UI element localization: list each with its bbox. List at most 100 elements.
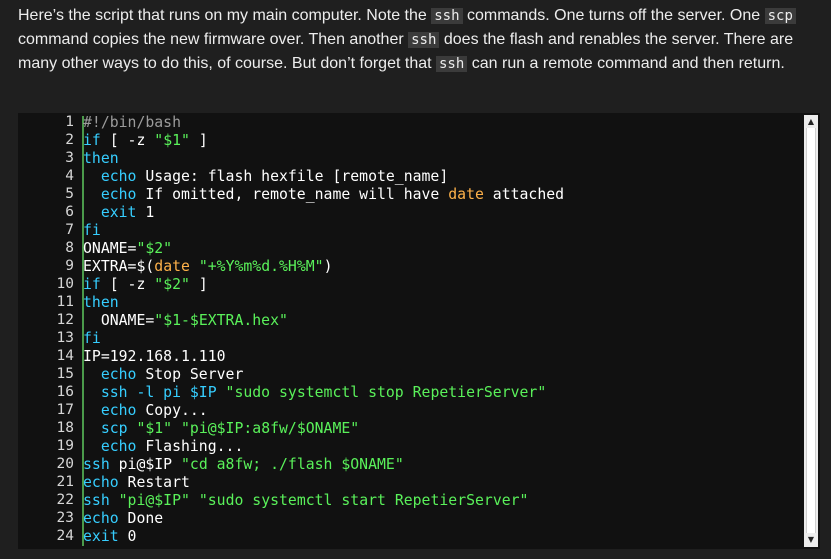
line-number: 20 <box>56 456 74 472</box>
code-token: Done <box>118 510 164 527</box>
line-number: 11 <box>56 294 74 310</box>
code-token: Restart <box>118 474 190 491</box>
line-number-gutter: 1 2 3 4 5 6 7 8 9 10 11 12 13 14 15 16 17 18 19 20 21 22 23 24 <box>18 113 74 549</box>
code-token: 1 <box>136 204 155 221</box>
line-number: 15 <box>56 366 74 382</box>
inline-code-ssh-3: ssh <box>436 56 468 72</box>
code-token: "sudo systemctl stop RepetierServer" <box>225 384 547 401</box>
line-number: 2 <box>65 132 74 148</box>
line-number: 12 <box>56 312 74 328</box>
code-token: then <box>83 150 119 167</box>
code-token: Copy... <box>136 402 208 419</box>
code-line: then <box>83 150 119 167</box>
code-line: if [ -z "$2" ] <box>83 276 208 293</box>
line-number: 17 <box>56 402 74 418</box>
code-token: [ -z <box>100 276 155 293</box>
code-token: "pi@$IP" <box>118 492 190 509</box>
code-token: "sudo systemctl start RepetierServer" <box>198 492 529 509</box>
code-token: ] <box>189 276 208 293</box>
code-token: ONAME= <box>83 240 137 257</box>
code-token: Usage: flash hexfile [remote_name] <box>136 168 449 185</box>
scroll-down-icon[interactable]: ▼ <box>804 534 818 546</box>
code-token: "cd a8fw; ./flash $ONAME" <box>181 456 404 473</box>
inline-code-ssh: ssh <box>431 8 463 24</box>
code-token: echo <box>83 510 119 527</box>
code-line: ssh "pi@$IP" "sudo systemctl start Repet… <box>83 492 528 509</box>
code-line: echo Restart <box>83 474 190 491</box>
code-token: if <box>83 132 101 149</box>
code-token: exit <box>83 204 137 221</box>
code-line: if [ -z "$1" ] <box>83 132 208 149</box>
code-line: IP=192.168.1.110 <box>83 348 226 365</box>
code-token: scp <box>83 420 137 437</box>
code-token: "$2" <box>136 240 173 257</box>
code-line: exit 1 <box>83 204 154 221</box>
line-number: 24 <box>56 528 74 544</box>
code-token: ssh -l pi $IP <box>83 384 226 401</box>
code-line: echo Usage: flash hexfile [remote_name] <box>83 168 448 185</box>
line-number: 18 <box>56 420 74 436</box>
code-token: "$1" <box>136 420 173 437</box>
code-token: "+%Y%m%d.%H%M" <box>198 258 324 275</box>
code-block[interactable]: 1 2 3 4 5 6 7 8 9 10 11 12 13 14 15 16 17 18 19 20 21 22 23 24 … <box>18 113 820 549</box>
scrollbar-thumb[interactable] <box>806 128 816 533</box>
code-token: attached <box>483 186 565 203</box>
code-token: ONAME= <box>83 312 155 329</box>
code-token: 0 <box>118 528 137 545</box>
line-number: 8 <box>65 240 74 256</box>
code-token: If omitted, remote_name will have <box>136 186 449 203</box>
code-token: #!/bin/bash <box>83 114 181 131</box>
code-token: echo <box>83 168 137 185</box>
code-line: echo Stop Server <box>83 366 244 383</box>
code-token: "$1" <box>154 132 190 149</box>
inline-code-ssh-2: ssh <box>408 32 440 48</box>
line-number: 22 <box>56 492 74 508</box>
code-line: echo Done <box>83 510 163 527</box>
code-line: echo Copy... <box>83 402 208 419</box>
code-token: echo <box>83 366 137 383</box>
line-number: 19 <box>56 438 74 454</box>
code-token: fi <box>83 330 101 347</box>
code-token: echo <box>83 186 137 203</box>
article-page: Here’s the script that runs on my main c… <box>0 0 831 559</box>
line-number: 4 <box>65 168 74 184</box>
code-line: exit 0 <box>83 528 136 545</box>
code-token: "pi@$IP:a8fw/$ONAME" <box>181 420 360 437</box>
intro-text-1: Here’s the script that runs on my main c… <box>18 7 432 24</box>
code-token: ssh <box>83 492 119 509</box>
intro-text-5: can run a remote command and then return… <box>467 55 785 72</box>
line-number: 3 <box>65 150 74 166</box>
line-number: 14 <box>56 348 74 364</box>
code-token: date <box>154 258 190 275</box>
code-token: [ -z <box>100 132 155 149</box>
line-number: 1 <box>65 114 74 130</box>
code-token: then <box>83 294 119 311</box>
code-line: scp "$1" "pi@$IP:a8fw/$ONAME" <box>83 420 359 437</box>
code-line: then <box>83 294 119 311</box>
code-line: EXTRA=$(date "+%Y%m%d.%H%M") <box>83 258 332 275</box>
code-token: fi <box>83 222 101 239</box>
code-line: ONAME="$1-$EXTRA.hex" <box>83 312 288 329</box>
scroll-up-icon[interactable]: ▲ <box>804 116 818 128</box>
code-line: ssh -l pi $IP "sudo systemctl stop Repet… <box>83 384 546 401</box>
line-number: 9 <box>65 258 74 274</box>
code-token: date <box>448 186 484 203</box>
code-line: echo Flashing... <box>83 438 244 455</box>
code-token: ) <box>323 258 333 275</box>
code-line: ssh pi@$IP "cd a8fw; ./flash $ONAME" <box>83 456 404 473</box>
line-number: 6 <box>65 204 74 220</box>
code-line: fi <box>83 330 101 347</box>
code-token: Stop Server <box>136 366 244 383</box>
code-token: ssh <box>83 456 110 473</box>
line-number: 16 <box>56 384 74 400</box>
code-token: Flashing... <box>136 438 244 455</box>
code-line: #!/bin/bash <box>83 114 181 131</box>
code-token: echo <box>83 474 119 491</box>
intro-paragraph: Here’s the script that runs on my main c… <box>18 4 818 76</box>
code-token: exit <box>83 528 119 545</box>
code-token: echo <box>83 438 137 455</box>
vertical-scrollbar[interactable]: ▲ ▼ <box>804 115 818 547</box>
line-number: 10 <box>56 276 74 292</box>
